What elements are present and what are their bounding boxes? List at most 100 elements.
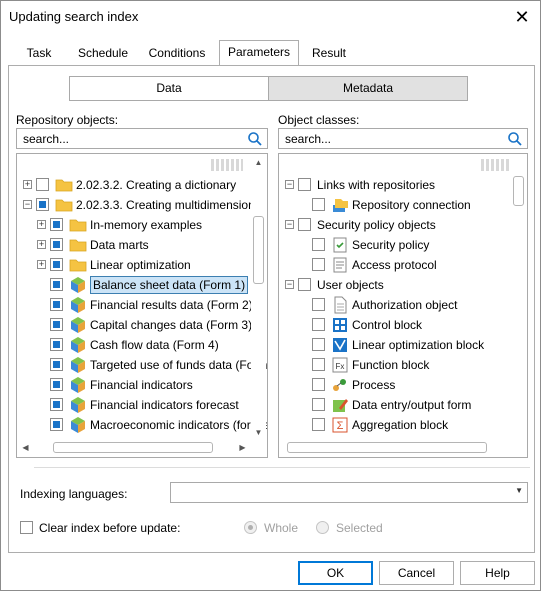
tree-item[interactable]: Authorization object <box>279 296 509 316</box>
tree-item[interactable]: Process <box>279 376 509 396</box>
expand-icon[interactable]: + <box>23 180 32 189</box>
tree-item-label: Security policy <box>352 238 430 252</box>
data-segment-button[interactable]: Data <box>69 76 269 101</box>
item-checkbox[interactable] <box>50 318 63 331</box>
tree-item[interactable]: Financial results data (Form 2) <box>17 296 253 316</box>
tree-item-label: 2.02.3.3. Creating multidimensional <box>76 198 265 212</box>
tab-parameters[interactable]: Parameters <box>219 40 299 66</box>
repository-vertical-scrollbar[interactable]: ▲ ▼ <box>251 156 266 440</box>
search-icon[interactable] <box>507 131 523 147</box>
repository-search-input[interactable] <box>21 131 231 146</box>
tree-item[interactable]: + In-memory examples <box>17 216 249 236</box>
item-checkbox[interactable] <box>312 378 325 391</box>
item-checkbox[interactable] <box>298 178 311 191</box>
linear-optimization-icon <box>331 336 349 354</box>
tree-item[interactable]: − Security policy objects <box>279 216 509 236</box>
cancel-button[interactable]: Cancel <box>379 561 454 585</box>
tree-item[interactable]: Targeted use of funds data (Form <box>17 356 267 376</box>
item-checkbox[interactable] <box>36 178 49 191</box>
collapse-icon[interactable]: − <box>285 280 294 289</box>
item-checkbox[interactable] <box>312 238 325 251</box>
object-classes-horizontal-scrollbar[interactable] <box>281 440 511 455</box>
ok-button[interactable]: OK <box>298 561 373 585</box>
item-checkbox[interactable] <box>50 418 63 431</box>
item-checkbox[interactable] <box>312 338 325 351</box>
chevron-down-icon[interactable]: ▼ <box>515 486 523 495</box>
tab-task[interactable]: Task <box>17 42 61 66</box>
tree-item[interactable]: Fx Function block <box>279 356 509 376</box>
tree-item[interactable]: Cash flow data (Form 4) <box>17 336 249 356</box>
metadata-segment-button[interactable]: Metadata <box>268 76 468 101</box>
item-checkbox[interactable] <box>312 318 325 331</box>
tree-item[interactable]: Balance sheet data (Form 1) <box>17 276 249 296</box>
item-checkbox[interactable] <box>312 198 325 211</box>
item-checkbox[interactable] <box>50 398 63 411</box>
object-classes-search-input[interactable] <box>283 131 493 146</box>
tree-item[interactable]: Security policy <box>279 236 509 256</box>
object-classes-vertical-scrollbar[interactable] <box>511 156 526 440</box>
svg-text:Σ: Σ <box>337 420 344 432</box>
indexing-languages-select[interactable]: ▼ <box>170 482 528 503</box>
expand-icon[interactable]: + <box>37 240 46 249</box>
item-checkbox[interactable] <box>50 238 63 251</box>
whole-radio[interactable] <box>244 521 257 534</box>
item-checkbox[interactable] <box>50 278 63 291</box>
item-checkbox[interactable] <box>312 398 325 411</box>
item-checkbox[interactable] <box>50 358 63 371</box>
expand-icon[interactable]: + <box>37 220 46 229</box>
item-checkbox[interactable] <box>312 298 325 311</box>
scroll-right-arrow-icon[interactable]: ▶ <box>236 441 249 454</box>
item-checkbox[interactable] <box>298 218 311 231</box>
tree-item[interactable]: − Links with repositories <box>279 176 509 196</box>
expand-icon[interactable]: + <box>37 260 46 269</box>
horizontal-scroll-thumb[interactable] <box>53 442 213 453</box>
item-checkbox[interactable] <box>50 218 63 231</box>
tree-item[interactable]: Linear optimization block <box>279 336 509 356</box>
tree-item[interactable]: Macroeconomic indicators (foreca <box>17 416 267 436</box>
repository-horizontal-scrollbar[interactable]: ◀ ▶ <box>19 440 251 455</box>
collapse-icon[interactable]: − <box>285 220 294 229</box>
tree-item[interactable]: + Data marts <box>17 236 249 256</box>
tree-item[interactable]: − User objects <box>279 276 509 296</box>
tree-item[interactable]: +2.02.3.2. Creating a dictionary <box>17 176 249 196</box>
item-checkbox[interactable] <box>312 258 325 271</box>
scroll-left-arrow-icon[interactable]: ◀ <box>19 441 32 454</box>
tree-item[interactable]: Financial indicators <box>17 376 249 396</box>
tab-schedule[interactable]: Schedule <box>71 42 135 66</box>
collapse-icon[interactable]: − <box>285 180 294 189</box>
tree-item[interactable]: Data entry/output form <box>279 396 509 416</box>
item-checkbox[interactable] <box>50 378 63 391</box>
vertical-scroll-thumb[interactable] <box>253 216 264 284</box>
tree-item[interactable]: Repository connection <box>279 196 509 216</box>
collapse-icon[interactable]: − <box>23 200 32 209</box>
clear-index-checkbox[interactable] <box>20 521 33 534</box>
horizontal-scroll-thumb[interactable] <box>287 442 487 453</box>
item-checkbox[interactable] <box>36 198 49 211</box>
selected-radio[interactable] <box>316 521 329 534</box>
scroll-up-arrow-icon[interactable]: ▲ <box>252 156 265 169</box>
tree-item[interactable]: Control block <box>279 316 509 336</box>
item-checkbox[interactable] <box>50 338 63 351</box>
tree-item-label: Linear optimization <box>90 258 191 272</box>
vertical-scroll-thumb[interactable] <box>513 176 524 206</box>
item-checkbox[interactable] <box>298 278 311 291</box>
search-icon[interactable] <box>247 131 263 147</box>
tree-item-label: Balance sheet data (Form 1) <box>90 276 249 294</box>
tree-item-label: Links with repositories <box>317 178 436 192</box>
tree-item[interactable]: + Linear optimization <box>17 256 249 276</box>
tab-conditions[interactable]: Conditions <box>143 42 211 66</box>
close-icon[interactable]: ✕ <box>510 5 534 29</box>
scroll-down-arrow-icon[interactable]: ▼ <box>252 426 265 439</box>
tree-item-label: Financial results data (Form 2) <box>90 298 253 312</box>
item-checkbox[interactable] <box>50 298 63 311</box>
item-checkbox[interactable] <box>312 358 325 371</box>
tree-item[interactable]: − 2.02.3.3. Creating multidimensional <box>17 196 264 216</box>
tree-item[interactable]: Capital changes data (Form 3) <box>17 316 252 336</box>
tree-item[interactable]: Financial indicators forecast <box>17 396 249 416</box>
tab-result[interactable]: Result <box>304 42 354 66</box>
item-checkbox[interactable] <box>312 418 325 431</box>
tree-item[interactable]: Σ Aggregation block <box>279 416 509 436</box>
tree-item[interactable]: Access protocol <box>279 256 509 276</box>
item-checkbox[interactable] <box>50 258 63 271</box>
help-button[interactable]: Help <box>460 561 535 585</box>
